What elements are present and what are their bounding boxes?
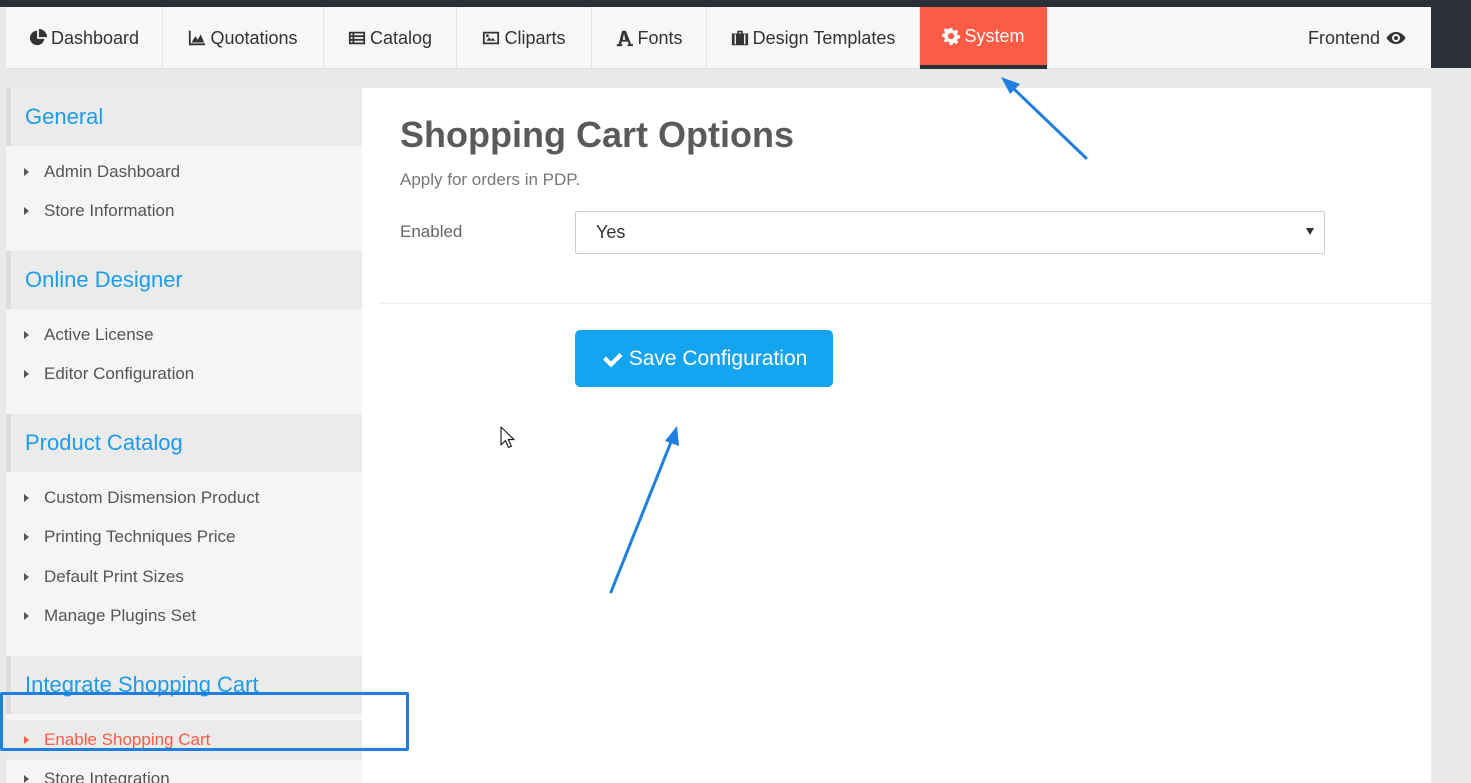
tab-system[interactable]: System [920, 7, 1047, 69]
area-chart-icon [189, 30, 206, 46]
sidebar-item-admin-dashboard[interactable]: Admin Dashboard [6, 152, 362, 192]
sidebar-item-default-print-sizes[interactable]: Default Print Sizes [6, 557, 362, 597]
sidebar-section-title[interactable]: General [6, 88, 362, 146]
mouse-cursor-icon [500, 426, 515, 449]
image-icon [483, 31, 500, 45]
sidebar-item-label: Admin Dashboard [44, 161, 181, 181]
caret-right-icon [24, 735, 29, 744]
sidebar-item-printing-techniques-price[interactable]: Printing Techniques Price [6, 518, 362, 558]
tab-label: Design Templates [752, 27, 896, 48]
caret-right-icon [24, 207, 29, 216]
tab-label: Dashboard [50, 27, 140, 48]
caret-right-icon [24, 612, 29, 621]
caret-right-icon [24, 533, 29, 542]
sidebar-section-general: General Admin Dashboard Store Informatio… [6, 88, 362, 251]
pie-chart-icon [29, 29, 47, 46]
sidebar-item-label: Editor Configuration [44, 364, 195, 384]
sidebar-section-product-catalog: Product Catalog Custom Dismension Produc… [6, 414, 362, 656]
sidebar-item-active-license[interactable]: Active License [6, 315, 362, 355]
caret-right-icon [24, 775, 29, 783]
tab-catalog[interactable]: Catalog [324, 7, 457, 69]
sidebar-item-manage-plugins-set[interactable]: Manage Plugins Set [6, 597, 362, 637]
main-panel: Shopping Cart Options Apply for orders i… [362, 88, 1431, 783]
tab-cliparts[interactable]: Cliparts [457, 7, 592, 69]
sidebar-section-title[interactable]: Online Designer [6, 251, 362, 309]
sidebar-item-label: Manage Plugins Set [44, 606, 197, 626]
sidebar-item-custom-dimension-product[interactable]: Custom Dismension Product [6, 478, 362, 518]
tab-fonts[interactable]: Fonts [592, 7, 707, 69]
sidebar: General Admin Dashboard Store Informatio… [6, 88, 362, 783]
checkmark-icon [602, 352, 623, 367]
page-title: Shopping Cart Options [400, 114, 794, 155]
frontend-label: Frontend [1307, 27, 1380, 48]
page-subtitle: Apply for orders in PDP. [400, 170, 581, 189]
sidebar-section-online-designer: Online Designer Active License Editor Co… [6, 251, 362, 414]
sidebar-item-enable-shopping-cart[interactable]: Enable Shopping Cart [6, 720, 362, 760]
tab-label: Cliparts [504, 27, 566, 48]
sidebar-item-store-information[interactable]: Store Information [6, 192, 362, 232]
frontend-link[interactable]: Frontend [1308, 7, 1431, 69]
right-dark-strip [1431, 0, 1471, 68]
sidebar-item-label: Store Integration [44, 769, 170, 783]
font-icon [617, 30, 634, 47]
sidebar-section-title[interactable]: Integrate Shopping Cart [6, 656, 362, 714]
caret-right-icon [24, 167, 29, 176]
dropdown-arrow-icon [1306, 228, 1314, 235]
briefcase-icon [731, 30, 748, 46]
tab-design-templates[interactable]: Design Templates [707, 7, 920, 69]
enabled-select[interactable]: Yes [575, 211, 1325, 254]
sidebar-item-label: Enable Shopping Cart [44, 729, 211, 749]
caret-right-icon [24, 572, 29, 581]
sidebar-item-label: Printing Techniques Price [44, 527, 236, 547]
tab-quotations[interactable]: Quotations [163, 7, 324, 69]
sidebar-section-title[interactable]: Product Catalog [6, 414, 362, 472]
caret-right-icon [24, 330, 29, 339]
sidebar-item-store-integration[interactable]: Store Integration [6, 760, 362, 783]
sidebar-item-label: Store Information [44, 201, 175, 221]
top-dark-strip [0, 0, 1471, 7]
sidebar-item-label: Active License [44, 324, 154, 344]
enabled-label: Enabled [400, 222, 463, 241]
enabled-select-value: Yes [596, 222, 626, 242]
top-nav: Dashboard Quotations Catalog Cliparts Fo… [6, 7, 1431, 69]
gear-icon [942, 27, 961, 45]
caret-right-icon [24, 493, 29, 502]
tab-label: System [964, 25, 1025, 46]
sidebar-item-label: Custom Dismension Product [44, 487, 260, 507]
caret-right-icon [24, 370, 29, 379]
sidebar-item-editor-configuration[interactable]: Editor Configuration [6, 355, 362, 395]
tab-label: Catalog [369, 27, 433, 48]
tab-label: Fonts [637, 27, 683, 48]
save-configuration-button[interactable]: Save Configuration [575, 330, 833, 387]
tab-label: Quotations [210, 27, 298, 48]
divider [380, 303, 1431, 304]
sidebar-section-integrate-shopping-cart: Integrate Shopping Cart Enable Shopping … [6, 656, 362, 783]
tab-dashboard[interactable]: Dashboard [6, 7, 163, 69]
sidebar-item-label: Default Print Sizes [44, 566, 184, 586]
eye-icon [1386, 32, 1406, 44]
save-configuration-label: Save Configuration [628, 346, 808, 370]
list-icon [348, 31, 366, 45]
